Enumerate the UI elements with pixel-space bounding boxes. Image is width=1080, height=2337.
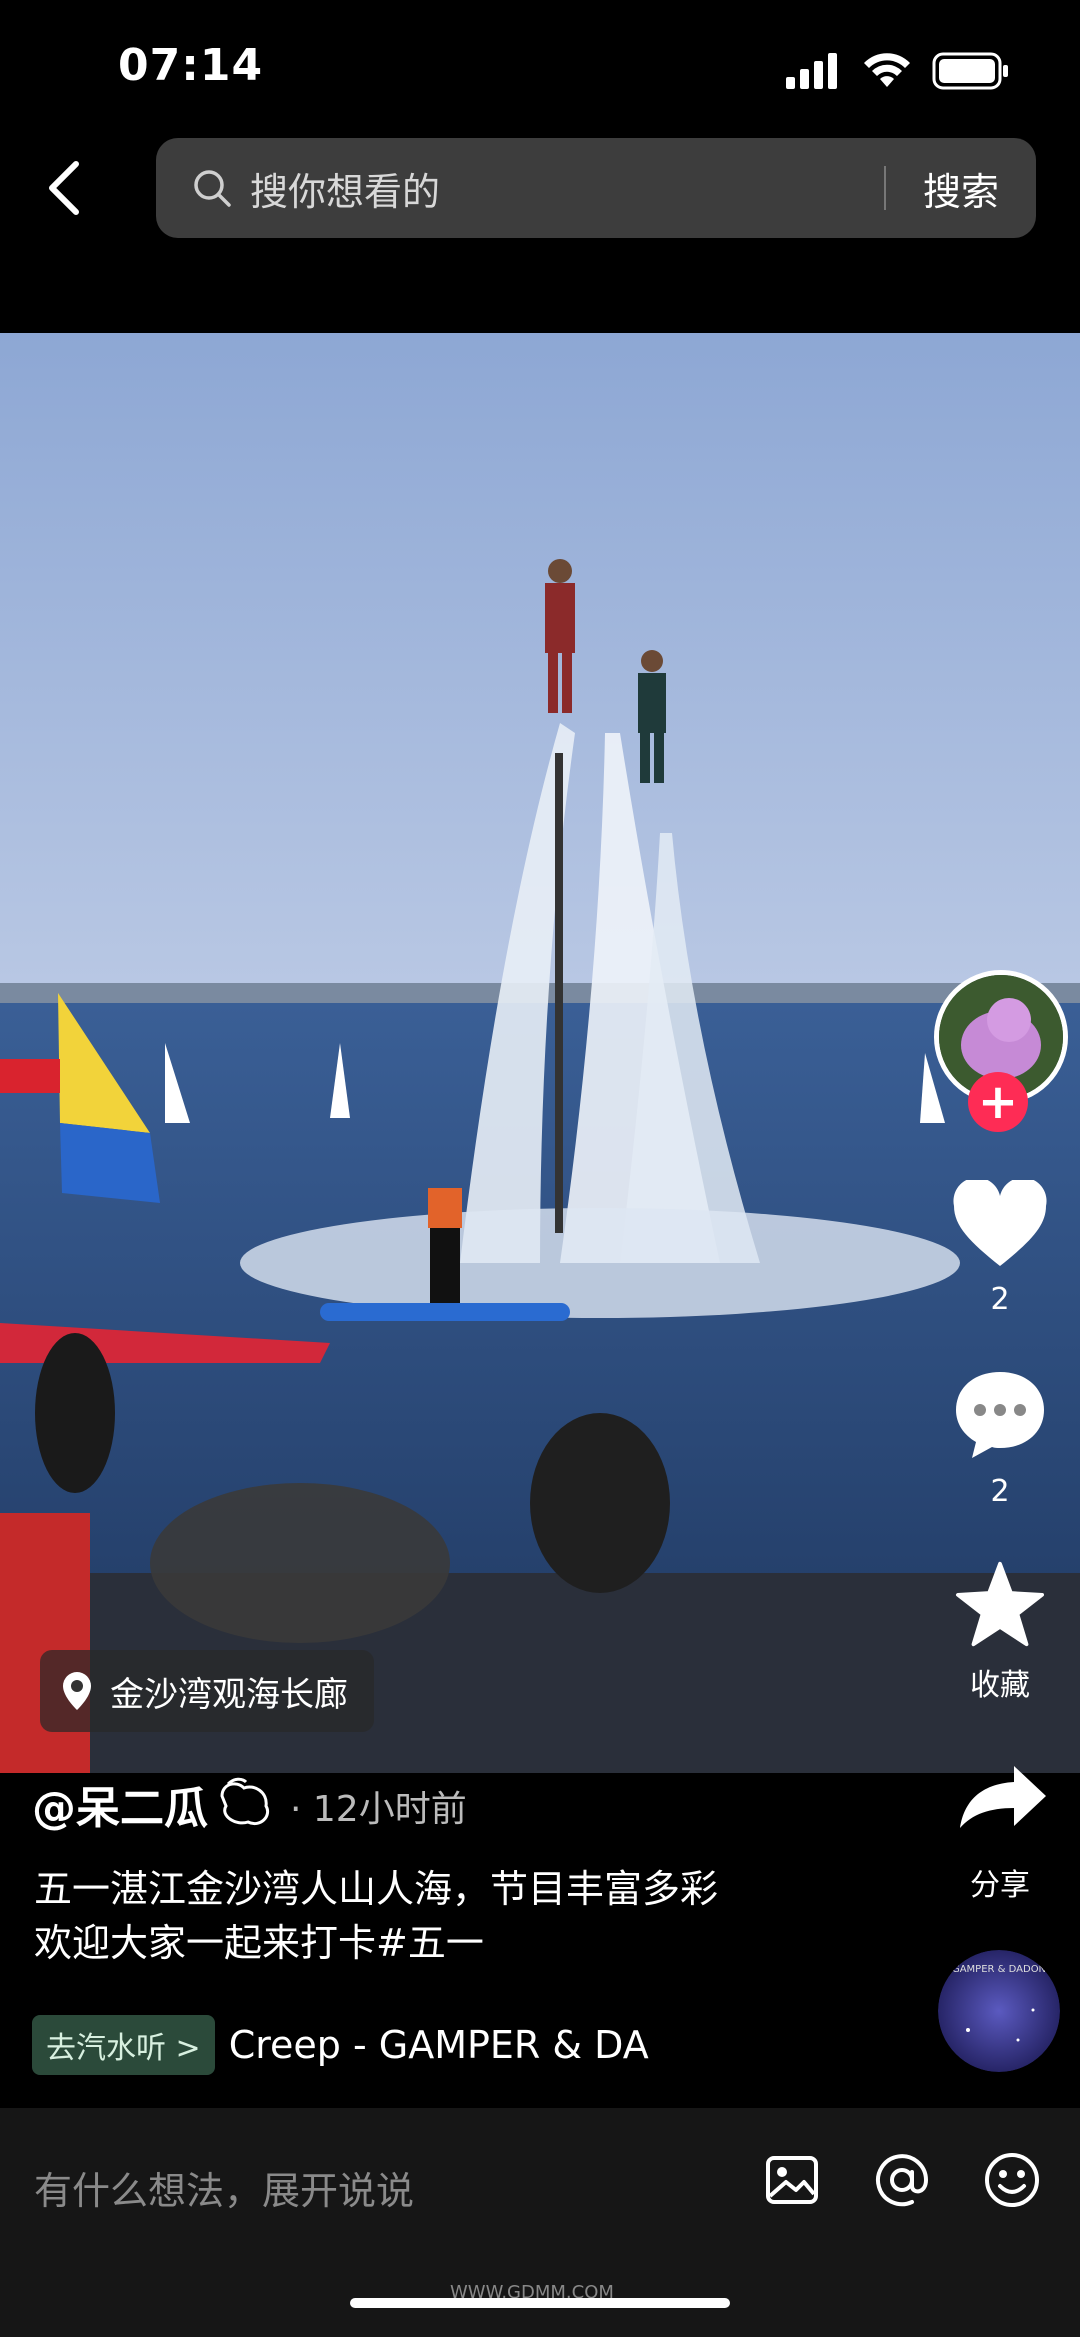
status-time: 07:14 [118, 40, 264, 91]
search-icon [194, 170, 231, 207]
music-title[interactable]: Creep - GAMPER & DA [229, 2023, 672, 2067]
status-icons [786, 52, 1010, 90]
disc-label: GAMPER & DADON [952, 1964, 1046, 1975]
comment-count: 2 [990, 1474, 1010, 1509]
author-name[interactable]: @呆二瓜 [32, 1772, 276, 1836]
post-caption: 五一湛江金沙湾人山人海，节目丰富多彩 欢迎大家一起来打卡#五一 [34, 1862, 834, 1970]
star-icon[interactable] [950, 1560, 1050, 1648]
comment-input[interactable]: 有什么想法，展开说说 [34, 2160, 414, 2215]
battery-icon [932, 52, 1008, 90]
comment-icon[interactable] [950, 1368, 1050, 1460]
like-count: 2 [990, 1282, 1010, 1317]
share-label: 分享 [970, 1868, 1030, 1903]
search-input[interactable]: 搜你想看的 [250, 161, 884, 216]
location-pin-icon [63, 1672, 91, 1710]
location-text: 金沙湾观海长廊 [110, 1674, 348, 1715]
post-photo[interactable] [0, 333, 1080, 1773]
back-icon[interactable] [40, 158, 90, 218]
listen-on-qishui-tag[interactable]: 去汽水听 > [32, 2015, 215, 2075]
gourd-icon [220, 1777, 269, 1825]
mention-icon[interactable] [872, 2150, 932, 2210]
location-tag[interactable]: 金沙湾观海长廊 [40, 1650, 374, 1732]
emoji-icon[interactable] [982, 2150, 1042, 2210]
search-bar[interactable]: 搜你想看的 搜索 [156, 138, 1036, 238]
image-icon[interactable] [762, 2150, 822, 2210]
follow-button[interactable]: + [968, 1072, 1028, 1132]
share-icon[interactable] [958, 1762, 1048, 1832]
caption-line-1: 五一湛江金沙湾人山人海，节目丰富多彩 [34, 1867, 719, 1911]
heart-icon[interactable] [950, 1180, 1050, 1270]
post-time: · 12小时前 [290, 1789, 467, 1830]
caption-line-2[interactable]: 欢迎大家一起来打卡#五一 [34, 1916, 834, 1970]
music-row[interactable]: 去汽水听 > Creep - GAMPER & DA [32, 2015, 672, 2075]
signal-icon [786, 53, 837, 89]
search-button[interactable]: 搜索 [886, 161, 1036, 216]
favorite-label: 收藏 [970, 1668, 1030, 1703]
wifi-icon [864, 53, 910, 87]
music-disc[interactable]: GAMPER & DADON [938, 1950, 1060, 2072]
home-indicator[interactable] [350, 2298, 730, 2308]
